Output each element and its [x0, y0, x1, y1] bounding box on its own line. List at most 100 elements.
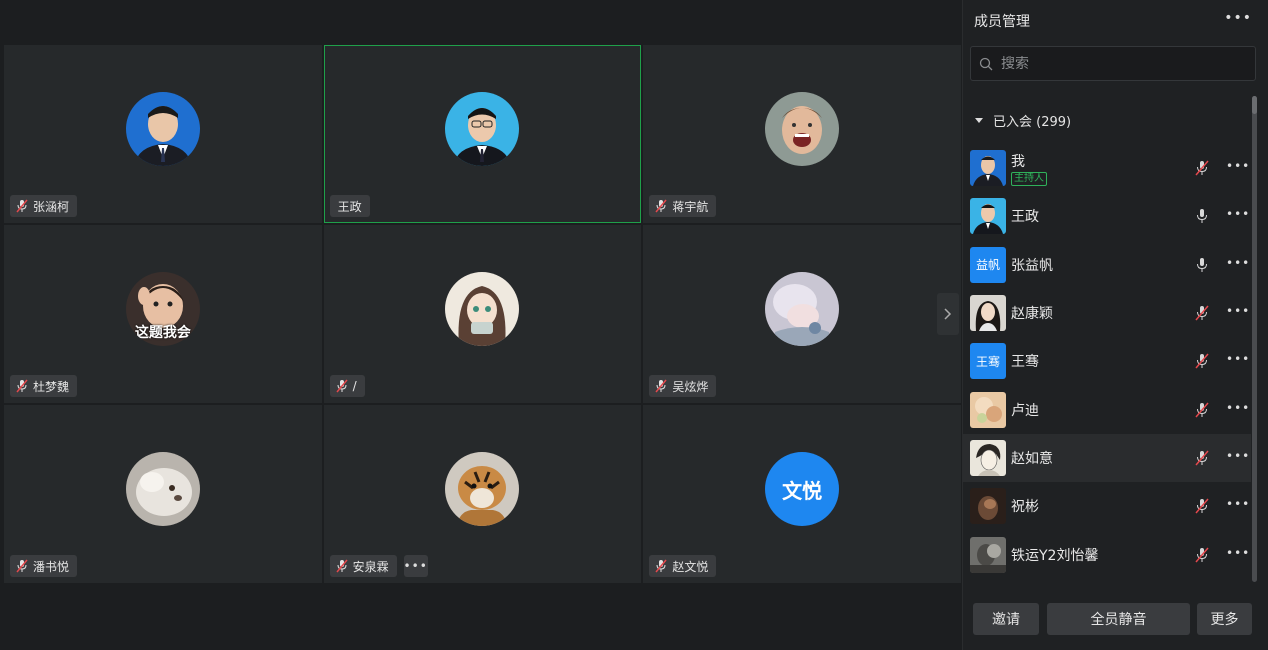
member-name: 卢迪	[1011, 402, 1039, 419]
member-avatar-text: 益帆	[970, 246, 1006, 283]
participant-avatar	[445, 452, 520, 526]
next-page-button[interactable]	[937, 293, 959, 335]
mic-muted-icon[interactable]	[1195, 402, 1209, 418]
member-row[interactable]: 铁运Y2刘怡馨 •••	[963, 530, 1251, 578]
video-tile-speaking[interactable]: 王政	[323, 45, 642, 223]
member-row[interactable]: 益帆 张益帆 •••	[963, 241, 1251, 289]
member-row[interactable]: 赵如意 •••	[963, 433, 1251, 483]
participant-avatar	[765, 92, 840, 166]
member-row[interactable]: 王政 •••	[963, 192, 1251, 240]
panel-more-button[interactable]: •••	[1224, 10, 1252, 26]
participant-name-tag: 赵文悦	[649, 555, 717, 577]
member-row[interactable]: 王骞 王骞 •••	[963, 337, 1251, 385]
mic-muted-icon[interactable]	[1195, 353, 1209, 369]
member-info: 铁运Y2刘怡馨	[1011, 545, 1098, 565]
mic-muted-icon[interactable]	[1195, 547, 1209, 563]
member-avatar	[970, 198, 1006, 235]
scrollbar-track	[1252, 96, 1257, 582]
joined-section-header[interactable]: 已入会 (299)	[975, 111, 1071, 130]
participant-name: 蒋宇航	[672, 199, 709, 214]
participant-avatar	[445, 272, 520, 346]
mic-muted-icon	[16, 379, 28, 393]
search-icon	[979, 57, 993, 70]
member-name: 赵如意	[1011, 450, 1053, 467]
invite-button[interactable]: 邀请	[973, 603, 1039, 635]
participant-name-tag: 安泉霖	[329, 555, 397, 577]
member-more-button[interactable]: •••	[1226, 304, 1250, 318]
participant-name: 吴炫烨	[672, 379, 709, 394]
panel-title: 成员管理	[974, 14, 1030, 30]
participant-name-tag: 杜梦魏	[10, 375, 78, 397]
member-avatar	[970, 295, 1006, 332]
video-tile[interactable]: 蒋宇航	[643, 45, 961, 223]
member-avatar	[970, 391, 1006, 428]
member-info: 我 主持人	[1011, 151, 1047, 186]
mute-all-button[interactable]: 全员静音	[1047, 603, 1190, 635]
participant-avatar	[125, 92, 200, 166]
member-avatar	[970, 439, 1006, 476]
mic-muted-icon	[16, 199, 28, 213]
video-tile[interactable]: 张涵柯	[4, 45, 322, 223]
member-more-button[interactable]: •••	[1226, 207, 1250, 221]
member-info: 赵康颖	[1011, 303, 1053, 323]
joined-count-label: 已入会 (299)	[993, 115, 1072, 130]
mic-muted-icon[interactable]	[1195, 450, 1209, 466]
member-list: 我 主持人 ••• 王政 ••• 益帆 张益帆 ••• 赵康颖 ••• 王骞 王…	[963, 144, 1251, 579]
mic-muted-icon	[336, 559, 348, 573]
member-list-scrollbar[interactable]	[1252, 96, 1258, 582]
panel-footer: 邀请 全员静音 更多	[963, 592, 1268, 650]
mic-muted-icon	[655, 379, 667, 393]
avatar-caption: 这题我会	[134, 325, 191, 341]
participant-name: 杜梦魏	[33, 379, 70, 394]
member-name: 铁运Y2刘怡馨	[1011, 547, 1099, 564]
mic-icon[interactable]	[1195, 208, 1209, 224]
mic-muted-icon[interactable]	[1195, 498, 1209, 514]
member-row[interactable]: 祝彬 •••	[963, 482, 1251, 530]
member-more-button[interactable]: •••	[1226, 159, 1250, 173]
member-more-button[interactable]: •••	[1226, 546, 1250, 560]
member-name: 赵康颖	[1011, 306, 1053, 323]
member-more-button[interactable]: •••	[1226, 352, 1250, 366]
member-avatar-text: 王骞	[970, 343, 1006, 380]
participant-avatar	[445, 92, 520, 166]
chevron-right-icon	[944, 308, 952, 320]
more-button[interactable]: 更多	[1197, 603, 1252, 635]
video-tile[interactable]: /	[323, 225, 642, 403]
tile-more-button[interactable]: •••	[404, 555, 428, 577]
video-grid: 张涵柯 王政 蒋宇航 这题我会 杜梦魏 / 吴炫烨 潘书悦 安泉霖 ••• 文悦…	[4, 45, 961, 583]
member-row[interactable]: 赵康颖 •••	[963, 289, 1251, 337]
member-name: 祝彬	[1011, 499, 1039, 516]
participant-name: 安泉霖	[352, 559, 389, 574]
member-more-button[interactable]: •••	[1226, 401, 1250, 415]
member-more-button[interactable]: •••	[1226, 449, 1250, 463]
video-tile[interactable]: 安泉霖 •••	[323, 405, 642, 583]
member-avatar	[970, 150, 1006, 187]
video-tile[interactable]: 吴炫烨	[643, 225, 961, 403]
member-search[interactable]	[970, 46, 1256, 81]
mic-icon[interactable]	[1195, 257, 1209, 273]
video-area: 张涵柯 王政 蒋宇航 这题我会 杜梦魏 / 吴炫烨 潘书悦 安泉霖 ••• 文悦…	[0, 0, 962, 650]
video-tile[interactable]: 这题我会 杜梦魏	[4, 225, 322, 403]
mic-muted-icon[interactable]	[1195, 160, 1209, 176]
participant-name-tag: 潘书悦	[10, 555, 78, 577]
member-name: 我	[1011, 153, 1025, 170]
participant-avatar: 这题我会	[125, 272, 200, 346]
scrollbar-thumb[interactable]	[1252, 96, 1257, 114]
member-row[interactable]: 卢迪 •••	[963, 385, 1251, 433]
video-tile[interactable]: 文悦 赵文悦	[643, 405, 961, 583]
search-input[interactable]	[1001, 55, 1241, 72]
member-more-button[interactable]: •••	[1226, 497, 1250, 511]
member-more-button[interactable]: •••	[1226, 256, 1250, 270]
participant-name-tag: 吴炫烨	[649, 375, 717, 397]
mic-muted-icon	[655, 559, 667, 573]
participant-name: 张涵柯	[33, 199, 70, 214]
member-row[interactable]: 我 主持人 •••	[963, 144, 1251, 192]
mic-muted-icon	[16, 559, 28, 573]
mic-muted-icon	[336, 379, 348, 393]
member-info: 赵如意	[1011, 448, 1053, 468]
member-management-panel: 成员管理 ••• 已入会 (299) 我 主持人 ••• 王	[962, 0, 1268, 650]
mic-muted-icon[interactable]	[1195, 305, 1209, 321]
video-tile[interactable]: 潘书悦	[4, 405, 322, 583]
host-badge: 主持人	[1011, 171, 1047, 186]
member-avatar	[970, 536, 1006, 573]
